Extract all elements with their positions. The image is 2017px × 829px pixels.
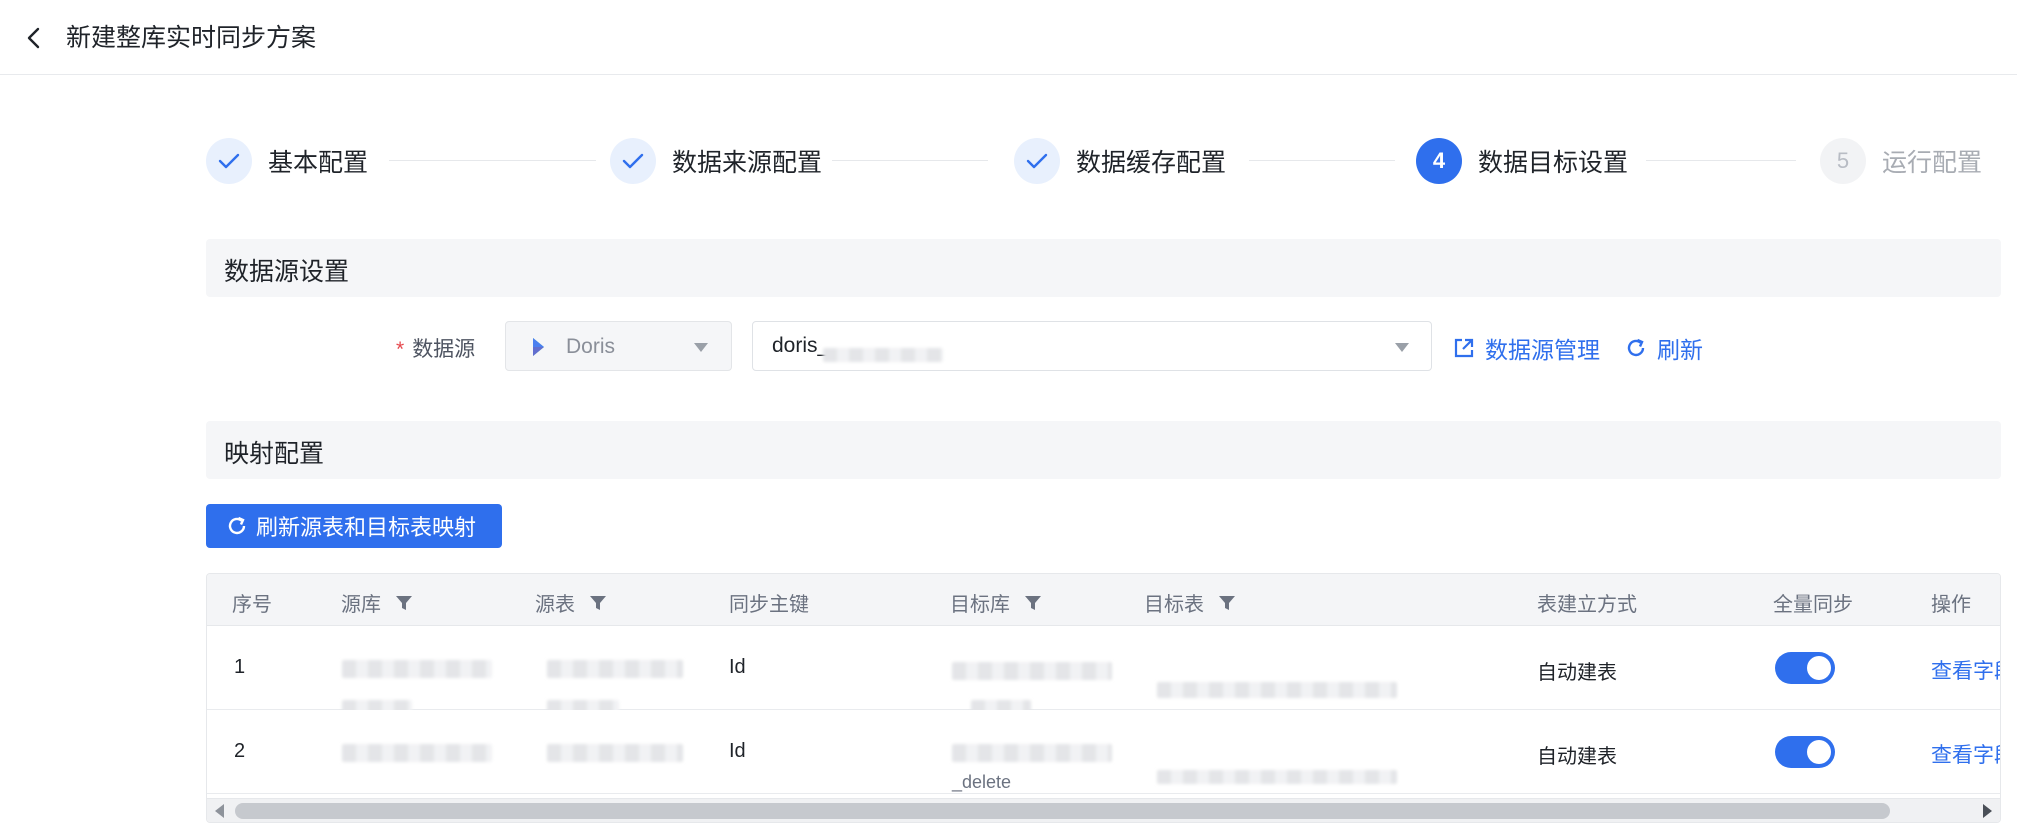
datasource-label: * 数据源 [396,333,475,363]
step-label: 数据目标设置 [1478,149,1629,177]
section-title: 映射配置 [224,440,325,468]
stepper: 基本配置 数据来源配置 数据缓存配置 4 数据目标设置 5 运行配置 [206,136,1996,186]
redacted-target-db [952,744,1112,762]
step-number-badge: 4 [1416,138,1462,184]
check-icon [218,153,240,169]
check-icon [1026,153,1048,169]
cell-primary-key: Id [729,740,746,762]
datasource-manage-link[interactable]: 数据源管理 [1453,331,1600,365]
redacted-target-table [1157,682,1397,698]
step-run-config[interactable]: 5 运行配置 [1820,136,1982,186]
filter-icon[interactable] [1218,594,1236,612]
datasource-type-select[interactable]: Doris [505,321,732,371]
caret-down-icon [1395,343,1409,352]
refresh-icon [228,516,246,535]
column-header-creation: 表建立方式 [1537,594,1637,616]
section-title: 数据源设置 [224,258,350,286]
redacted-text [823,348,943,362]
redacted-source-db [342,744,492,762]
toggle-knob [1807,656,1831,680]
datasource-refresh-label: 刷新 [1657,337,1703,363]
column-header-primary-key: 同步主键 [729,594,809,616]
cell-creation-mode: 自动建表 [1537,746,1617,768]
cell-creation-mode: 自动建表 [1537,662,1617,684]
scrollbar-thumb[interactable] [235,803,1890,819]
required-mark: * [396,338,405,361]
redacted-source-db [342,660,492,678]
column-header-action: 操作 [1931,594,1971,616]
refresh-mapping-label: 刷新源表和目标表映射 [256,515,477,540]
scroll-left-arrow-icon[interactable] [215,804,224,818]
toggle-knob [1807,740,1831,764]
chevron-left-icon [27,27,40,49]
full-sync-toggle[interactable] [1775,652,1835,684]
cell-target-db-suffix: _delete [952,772,1012,792]
external-link-icon [1454,338,1474,358]
column-header-target-db: 目标库 [950,588,1042,617]
full-sync-toggle[interactable] [1775,736,1835,768]
table-row: 1 Id 自动建表 查看字段 [207,626,2000,716]
redacted-target-db [952,662,1112,680]
view-fields-link[interactable]: 查看字段 [1931,655,2000,685]
step-connector [1249,160,1395,161]
back-button[interactable] [16,20,52,56]
filter-icon[interactable] [395,594,413,612]
filter-icon[interactable] [589,594,607,612]
cell-primary-key: Id [729,656,746,678]
step-label: 数据缓存配置 [1076,149,1227,177]
datasource-manage-label: 数据源管理 [1485,337,1600,363]
datasource-connection-value: doris_ [772,334,830,357]
step-number-badge: 5 [1820,138,1866,184]
datasource-connection-select[interactable]: doris_ [752,321,1432,371]
datasource-type-value: Doris [566,335,616,358]
column-header-target-table: 目标表 [1144,588,1236,617]
step-label: 运行配置 [1882,149,1983,177]
page-header: 新建整库实时同步方案 [0,0,2017,75]
column-header-full-sync: 全量同步 [1773,594,1853,616]
step-done-badge [610,138,656,184]
step-connector [832,160,988,161]
step-label: 基本配置 [268,149,369,177]
step-connector [1646,160,1796,161]
mapping-table: 序号 源库 源表 同步主键 目标库 目标表 表建立方式 全量同步 操作 1 Id… [206,573,2001,823]
step-done-badge [1014,138,1060,184]
step-cache-config[interactable]: 数据缓存配置 [1014,136,1226,186]
step-source-config[interactable]: 数据来源配置 [610,136,822,186]
table-row: 2 Id _delete 自动建表 查看字段 [207,710,2000,794]
cell-index: 2 [234,740,246,762]
check-icon [622,153,644,169]
table-header: 序号 源库 源表 同步主键 目标库 目标表 表建立方式 全量同步 操作 [207,574,2000,626]
scroll-right-arrow-icon[interactable] [1983,804,1992,818]
column-header-source-db: 源库 [341,588,413,617]
step-label: 数据来源配置 [672,149,823,177]
datasource-label-text: 数据源 [412,338,476,361]
redacted-source-table [547,660,683,678]
step-target-config[interactable]: 4 数据目标设置 [1416,136,1628,186]
horizontal-scrollbar[interactable] [207,798,2000,822]
column-header-source-table: 源表 [535,588,607,617]
redacted-source-table [547,744,683,762]
step-done-badge [206,138,252,184]
step-connector [389,160,596,161]
datasource-refresh-link[interactable]: 刷新 [1625,331,1703,365]
step-basic-config[interactable]: 基本配置 [206,136,368,186]
filter-icon[interactable] [1024,594,1042,612]
page-title: 新建整库实时同步方案 [66,24,317,52]
datasource-section-header: 数据源设置 [206,239,2001,297]
view-fields-link[interactable]: 查看字段 [1931,739,2000,769]
mapping-section-header: 映射配置 [206,421,2001,479]
column-header-index: 序号 [232,594,272,616]
refresh-mapping-button[interactable]: 刷新源表和目标表映射 [206,504,502,548]
caret-down-icon [694,343,708,352]
redacted-target-table [1157,770,1397,784]
doris-logo-icon [533,338,544,356]
refresh-icon [1627,338,1645,357]
cell-index: 1 [234,656,246,678]
